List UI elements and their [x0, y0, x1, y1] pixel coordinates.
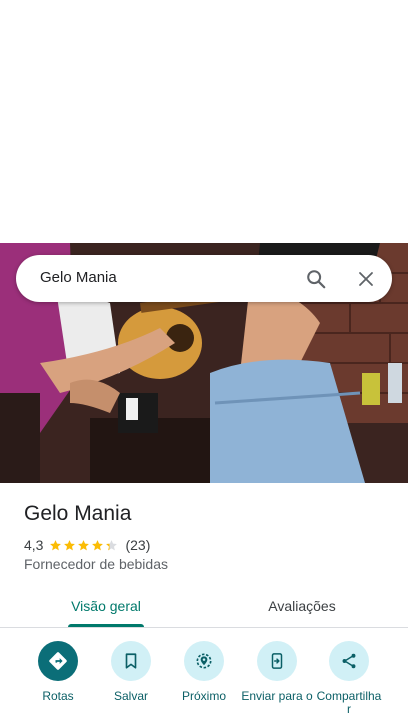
search-input[interactable]: Gelo Mania [40, 269, 117, 286]
star-icon [92, 539, 104, 550]
star-icon [78, 539, 90, 550]
directions-label: Rotas [42, 689, 74, 703]
star-rating [49, 539, 119, 552]
close-icon[interactable] [352, 265, 380, 293]
share-label: Compartilha r [316, 689, 382, 716]
save-label: Salvar [113, 689, 148, 703]
rating-value: 4,3 [24, 537, 44, 553]
save-button[interactable]: Salvar [95, 641, 167, 703]
search-icon-glyph [307, 270, 326, 289]
close-icon-glyph [359, 272, 373, 286]
place-category: Fornecedor de bebidas [24, 556, 168, 572]
share-button[interactable]: Compartilha r [313, 641, 385, 716]
search-icon[interactable] [302, 265, 330, 293]
rating-row[interactable]: 4,3 (23) [24, 536, 150, 554]
action-bar: Rotas Salvar Próximo Enviar para o Compa… [0, 641, 408, 726]
send-to-phone-icon [257, 641, 297, 681]
tab-overview[interactable]: Visão geral [44, 584, 168, 628]
review-count[interactable]: (23) [125, 537, 150, 553]
place-name: Gelo Mania [24, 502, 132, 525]
star-icon [106, 539, 118, 550]
map-area [0, 0, 408, 243]
star-icon [50, 539, 62, 550]
tab-bar: Visão geral Avaliações [0, 584, 408, 628]
nearby-label: Próximo [181, 689, 226, 703]
active-tab-indicator [68, 624, 144, 627]
star-icon [64, 539, 76, 550]
bookmark-icon [111, 641, 151, 681]
nearby-button[interactable]: Próximo [168, 641, 240, 703]
directions-icon [38, 641, 78, 681]
send-to-phone-button[interactable]: Enviar para o [241, 641, 313, 703]
send-to-phone-label: Enviar para o [241, 689, 313, 703]
directions-button[interactable]: Rotas [22, 641, 94, 703]
tab-reviews[interactable]: Avaliações [240, 584, 364, 628]
search-bar[interactable]: Gelo Mania [16, 255, 392, 302]
nearby-icon [184, 641, 224, 681]
share-icon [329, 641, 369, 681]
